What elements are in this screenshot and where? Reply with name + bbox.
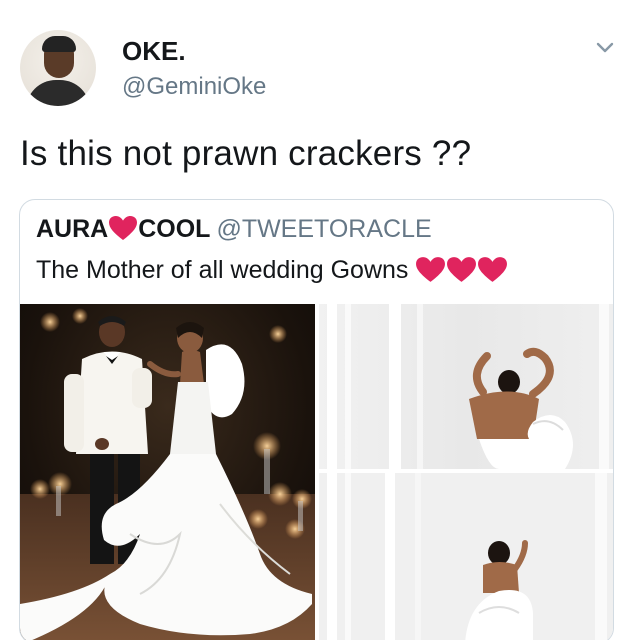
- red-heart-icon: [109, 216, 138, 240]
- quoted-author-handle: @TWEETORACLE: [216, 215, 432, 243]
- quoted-author-name-prefix: AURA: [36, 215, 109, 243]
- previous-tweet-cutoff: [0, 0, 632, 10]
- bride-wall-photo-1[interactable]: [319, 304, 614, 469]
- quoted-tweet[interactable]: AURA COOL @TWEETORACLE The Mother of all w…: [19, 199, 614, 640]
- chevron-down-icon[interactable]: [594, 36, 616, 58]
- bride-wall-photo-2[interactable]: [319, 473, 614, 640]
- wedding-couple-photo[interactable]: [20, 304, 315, 640]
- red-heart-icon: [478, 257, 508, 282]
- author-handle[interactable]: @GeminiOke: [122, 73, 266, 101]
- quoted-author-name-suffix: COOL: [138, 215, 211, 243]
- tweet-text: Is this not prawn crackers ??: [20, 134, 472, 173]
- red-heart-icon: [447, 257, 477, 282]
- quoted-tweet-text: The Mother of all wedding Gowns: [36, 256, 409, 284]
- quoted-author-line: AURA COOL @TWEETORACLE: [36, 215, 432, 244]
- avatar[interactable]: [20, 30, 96, 106]
- author-name[interactable]: OKE.: [122, 36, 186, 67]
- quoted-tweet-text-line: The Mother of all wedding Gowns: [36, 256, 508, 285]
- red-heart-icon: [416, 257, 446, 282]
